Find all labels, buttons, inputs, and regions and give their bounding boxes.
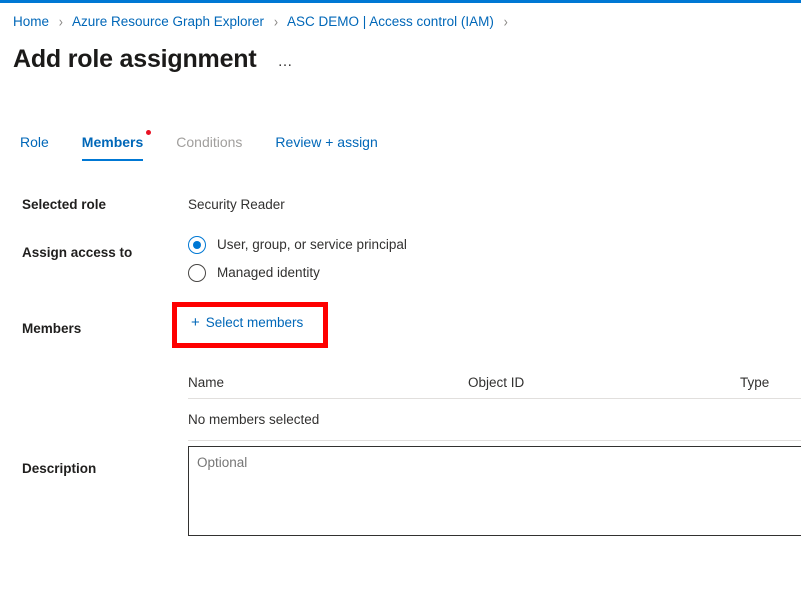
selected-role-label: Selected role xyxy=(22,197,107,212)
required-indicator-dot-icon xyxy=(146,130,152,135)
selected-role-value: Security Reader xyxy=(188,197,285,212)
tab-conditions: Conditions xyxy=(176,133,242,161)
description-input[interactable] xyxy=(188,446,801,536)
table-row: No members selected xyxy=(188,399,801,441)
members-table-header: Name Object ID Type xyxy=(188,368,801,399)
breadcrumb-separator-icon: › xyxy=(58,13,63,31)
breadcrumb-item-azure-resource-graph-explorer[interactable]: Azure Resource Graph Explorer xyxy=(72,14,264,29)
breadcrumb-item-home[interactable]: Home xyxy=(13,14,49,29)
tab-role-label: Role xyxy=(20,134,49,150)
members-table: Name Object ID Type No members selected xyxy=(188,368,801,441)
page-title: Add role assignment xyxy=(13,45,257,73)
description-label: Description xyxy=(22,461,97,476)
assign-access-to-label: Assign access to xyxy=(22,245,133,260)
column-header-type: Type xyxy=(740,375,770,390)
radio-user-group-service-principal-label: User, group, or service principal xyxy=(217,237,407,252)
page-title-row: Add role assignment … xyxy=(13,44,294,74)
plus-icon: + xyxy=(191,314,200,331)
breadcrumb-separator-icon: › xyxy=(503,13,508,31)
select-members-wrapper: + Select members xyxy=(188,310,312,335)
radio-managed-identity-label: Managed identity xyxy=(217,265,320,280)
tab-review-assign-label: Review + assign xyxy=(275,134,378,150)
tab-members[interactable]: Members xyxy=(81,130,152,161)
radio-selected-icon xyxy=(188,236,206,254)
tab-active-underline xyxy=(81,158,144,161)
radio-managed-identity[interactable]: Managed identity xyxy=(188,264,407,282)
members-table-empty-message: No members selected xyxy=(188,411,320,427)
breadcrumb-item-asc-demo-access-control[interactable]: ASC DEMO | Access control (IAM) xyxy=(287,14,494,29)
radio-user-group-service-principal[interactable]: User, group, or service principal xyxy=(188,236,407,254)
wizard-tabs: Role Members Conditions Review + assign xyxy=(20,130,411,161)
members-label: Members xyxy=(22,321,82,336)
tab-review-assign[interactable]: Review + assign xyxy=(275,133,377,161)
more-options-icon[interactable]: … xyxy=(277,53,294,70)
tab-role[interactable]: Role xyxy=(20,133,49,161)
radio-unselected-icon xyxy=(188,264,206,282)
tab-members-label: Members xyxy=(81,134,144,150)
assign-access-to-radio-group: User, group, or service principal Manage… xyxy=(188,236,407,292)
select-members-button[interactable]: + Select members xyxy=(188,310,312,335)
breadcrumb-separator-icon: › xyxy=(273,13,278,31)
select-members-button-label: Select members xyxy=(205,315,304,330)
column-header-object-id: Object ID xyxy=(468,375,525,390)
tab-conditions-label: Conditions xyxy=(176,134,243,150)
breadcrumb: Home › Azure Resource Graph Explorer › A… xyxy=(13,13,514,31)
top-accent-bar xyxy=(0,0,801,3)
column-header-name: Name xyxy=(188,375,225,390)
